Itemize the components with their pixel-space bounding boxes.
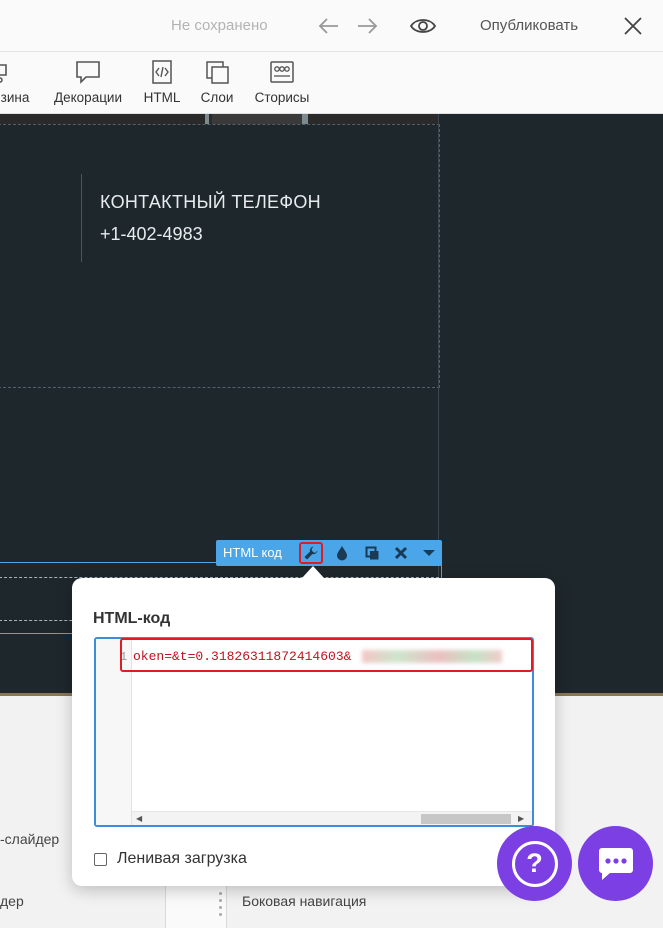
popup-pointer <box>302 566 324 578</box>
panel-item-thumbnail[interactable] <box>165 884 227 928</box>
toolbar-item-stories[interactable]: Сторисы <box>252 58 312 105</box>
help-icon: ? <box>511 840 558 887</box>
publish-button[interactable]: Опубликовать <box>480 17 578 34</box>
toolbar-item-cart[interactable]: зина <box>0 58 32 105</box>
caret-down-icon <box>423 550 435 556</box>
lazy-load-label: Ленивая загрузка <box>117 850 247 867</box>
color-button[interactable] <box>330 542 354 564</box>
layers-icon <box>206 61 229 84</box>
close-icon[interactable] <box>620 13 646 39</box>
panel-item-slider[interactable]: -слайдер <box>0 831 59 847</box>
toolbar-item-label: Декорации <box>53 90 123 105</box>
panel-item-header[interactable]: дер <box>0 893 24 909</box>
block-type-label: HTML код <box>223 545 282 560</box>
speech-bubble-icon <box>76 61 100 84</box>
html-code-popup: HTML-код 1 oken=&t=0.31826311872414603& … <box>72 578 555 886</box>
delete-button[interactable] <box>389 542 413 564</box>
lazy-load-option[interactable]: Ленивая загрузка <box>94 850 247 868</box>
toolbar-item-decorations[interactable]: Декорации <box>51 58 125 105</box>
scroll-right-icon[interactable]: ▶ <box>518 814 524 823</box>
contact-divider <box>81 174 82 262</box>
toolbar-item-layers[interactable]: Слои <box>198 58 236 105</box>
save-status: Не сохранено <box>171 17 268 34</box>
copy-icon <box>365 546 378 559</box>
duplicate-button[interactable] <box>360 542 384 564</box>
panel-item-side-navigation[interactable]: Боковая навигация <box>242 893 366 909</box>
toolbar-item-html[interactable]: HTML <box>141 58 183 105</box>
chat-icon <box>598 847 633 880</box>
contact-phone: +1-402-4983 <box>100 224 203 244</box>
popup-title: HTML-код <box>93 610 171 627</box>
editor-toolbar: зина Декорации HTML Слои Сторисы <box>0 52 663 114</box>
horizontal-scrollbar[interactable]: ◀ ▶ <box>132 811 532 825</box>
block-toolbar: HTML код <box>216 540 442 566</box>
delete-icon <box>394 546 408 560</box>
arrow-left-icon[interactable] <box>316 13 342 39</box>
drop-icon <box>337 546 347 561</box>
code-icon <box>152 60 172 84</box>
cart-icon <box>0 64 7 83</box>
top-bar: Не сохранено Опубликовать <box>0 0 663 52</box>
eye-icon[interactable] <box>409 13 437 39</box>
lazy-load-checkbox[interactable] <box>94 852 107 866</box>
settings-button[interactable] <box>299 542 323 564</box>
chat-button[interactable] <box>578 826 653 901</box>
toolbar-item-label: Слои <box>200 90 234 105</box>
toolbar-item-label: HTML <box>143 90 181 105</box>
block-outline <box>0 124 440 388</box>
stories-icon <box>270 61 294 83</box>
more-button[interactable] <box>417 542 441 564</box>
arrow-right-icon[interactable] <box>354 13 380 39</box>
toolbar-item-label: Сторисы <box>254 90 310 105</box>
toolbar-item-label: зина <box>0 90 30 105</box>
code-highlight-box <box>120 638 533 672</box>
photo-strip <box>0 114 438 124</box>
wrench-icon <box>304 546 318 560</box>
scrollbar-thumb[interactable] <box>421 814 511 824</box>
scroll-left-icon[interactable]: ◀ <box>136 814 142 823</box>
help-button[interactable]: ? <box>497 826 572 901</box>
contact-label: КОНТАКТНЫЙ ТЕЛЕФОН <box>100 192 321 212</box>
